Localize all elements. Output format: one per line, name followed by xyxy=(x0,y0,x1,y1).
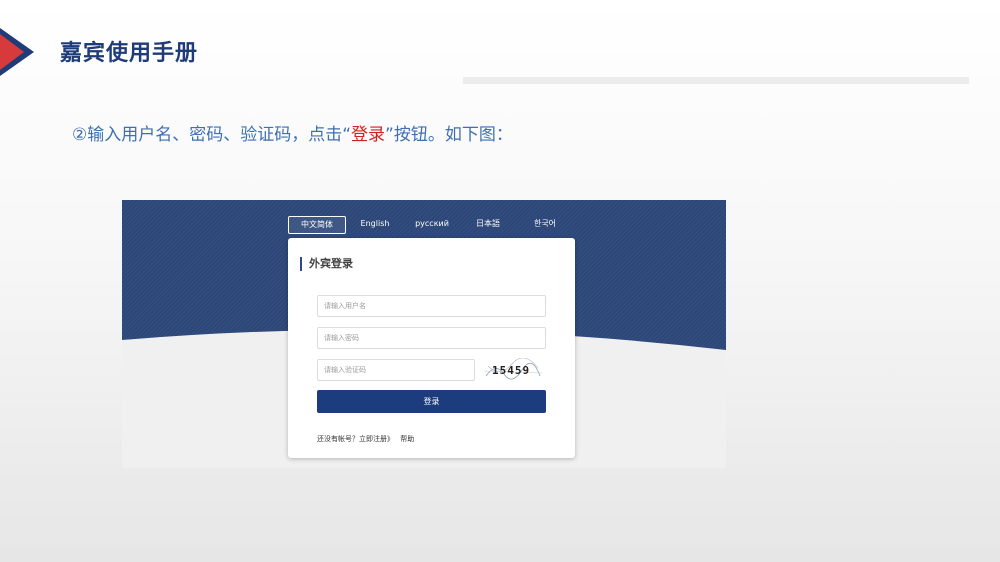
captcha-text: 15459 xyxy=(492,364,530,377)
instruction-highlight: 登录 xyxy=(351,125,386,145)
captcha-image[interactable]: 15459 xyxy=(484,358,542,382)
instruction-text: ②输入用户名、密码、验证码，点击“登录”按钮。如下图： xyxy=(72,120,513,145)
lang-tab-chinese[interactable]: 中文简体 xyxy=(288,216,346,234)
login-card: 外宾登录 15459 登录 还没有帐号？立即注册》 帮助 xyxy=(288,238,575,458)
login-screenshot: 中文简体 English русский 日本語 한국어 外宾登录 15459 … xyxy=(122,200,726,468)
card-footer: 还没有帐号？立即注册》 帮助 xyxy=(317,434,418,444)
username-input[interactable] xyxy=(317,295,546,317)
title-divider xyxy=(463,77,969,84)
login-button[interactable]: 登录 xyxy=(317,390,546,413)
password-input[interactable] xyxy=(317,327,546,349)
instruction-before: ②输入用户名、密码、验证码，点击“ xyxy=(72,125,352,145)
language-bar: 中文简体 English русский 日本語 한국어 xyxy=(122,216,726,234)
register-link[interactable]: 还没有帐号？立即注册》 xyxy=(317,435,394,443)
slide-title: 嘉宾使用手册 xyxy=(60,41,199,66)
slide-corner-decoration xyxy=(0,28,34,76)
lang-tab-japanese[interactable]: 日本語 xyxy=(468,216,508,232)
lang-tab-korean[interactable]: 한국어 xyxy=(526,216,564,232)
captcha-input[interactable] xyxy=(317,359,475,381)
lang-tab-english[interactable]: English xyxy=(354,216,396,232)
help-link[interactable]: 帮助 xyxy=(400,435,414,443)
lang-tab-russian[interactable]: русский xyxy=(410,216,454,232)
login-card-title: 外宾登录 xyxy=(300,257,353,271)
instruction-after: ”按钮。如下图： xyxy=(385,125,513,145)
